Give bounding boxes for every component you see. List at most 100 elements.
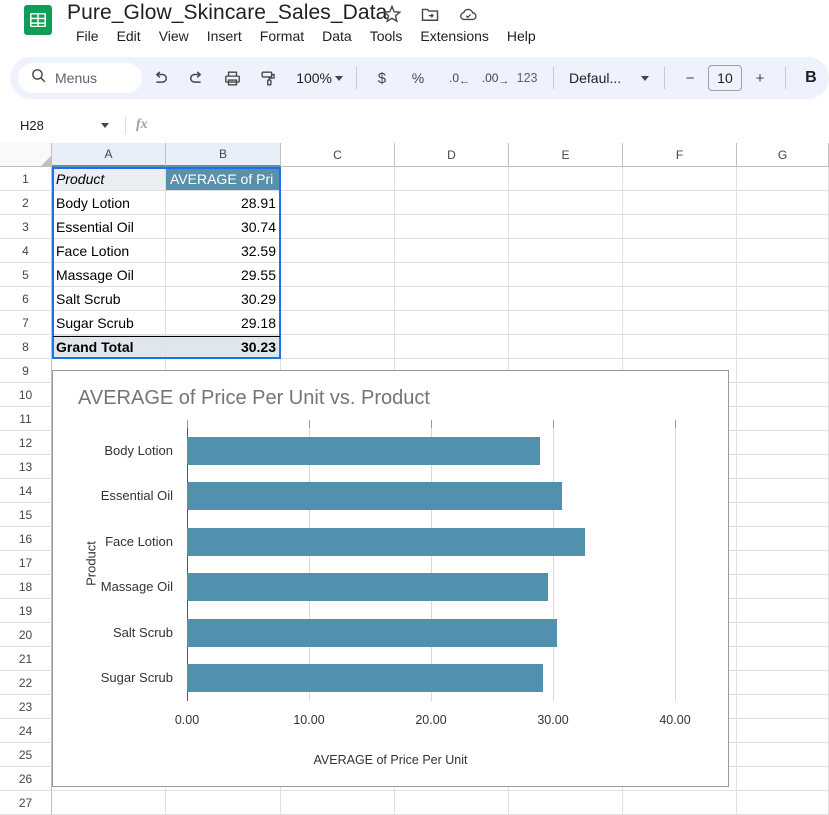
cell-B4[interactable]: 32.59 [166, 239, 281, 263]
cell-D3[interactable] [395, 215, 509, 239]
cell-G14[interactable] [737, 479, 829, 503]
menu-extensions[interactable]: Extensions [411, 25, 497, 47]
cell-F8[interactable] [623, 335, 737, 359]
cell-F1[interactable] [623, 167, 737, 191]
cell-G26[interactable] [737, 767, 829, 791]
cell-G8[interactable] [737, 335, 829, 359]
row-header-1[interactable]: 1 [0, 167, 52, 191]
chart-bar-face-lotion[interactable] [187, 527, 585, 556]
row-header-21[interactable]: 21 [0, 647, 52, 671]
redo-button[interactable] [181, 62, 211, 94]
cell-G25[interactable] [737, 743, 829, 767]
cell-A3[interactable]: Essential Oil [52, 215, 166, 239]
paint-format-button[interactable] [253, 62, 283, 94]
row-header-7[interactable]: 7 [0, 311, 52, 335]
cell-A27[interactable] [52, 791, 166, 815]
menu-format[interactable]: Format [251, 25, 313, 47]
cell-A4[interactable]: Face Lotion [52, 239, 166, 263]
row-header-4[interactable]: 4 [0, 239, 52, 263]
cell-E27[interactable] [509, 791, 623, 815]
name-box[interactable]: H28 [10, 112, 115, 138]
star-icon[interactable] [382, 4, 404, 26]
cell-E1[interactable] [509, 167, 623, 191]
column-header-d[interactable]: D [395, 143, 509, 167]
cell-D7[interactable] [395, 311, 509, 335]
cell-G16[interactable] [737, 527, 829, 551]
cell-C2[interactable] [281, 191, 395, 215]
chart-bar-essential-oil[interactable] [187, 482, 563, 511]
decrease-font-size-button[interactable]: − [675, 62, 705, 94]
cell-G5[interactable] [737, 263, 829, 287]
cell-B7[interactable]: 29.18 [166, 311, 281, 335]
cloud-saved-icon[interactable] [458, 4, 480, 26]
row-header-10[interactable]: 10 [0, 383, 52, 407]
cell-D1[interactable] [395, 167, 509, 191]
cell-F3[interactable] [623, 215, 737, 239]
decrease-decimal-button[interactable]: .0 ← [439, 62, 470, 94]
row-header-9[interactable]: 9 [0, 359, 52, 383]
menu-file[interactable]: File [67, 25, 108, 47]
menu-tools[interactable]: Tools [361, 25, 412, 47]
row-header-5[interactable]: 5 [0, 263, 52, 287]
cell-E3[interactable] [509, 215, 623, 239]
row-header-22[interactable]: 22 [0, 671, 52, 695]
increase-font-size-button[interactable]: + [745, 62, 775, 94]
cell-G24[interactable] [737, 719, 829, 743]
cell-C5[interactable] [281, 263, 395, 287]
cell-B6[interactable]: 30.29 [166, 287, 281, 311]
cell-G22[interactable] [737, 671, 829, 695]
row-header-17[interactable]: 17 [0, 551, 52, 575]
cell-A1[interactable]: Product [52, 167, 166, 191]
cell-C7[interactable] [281, 311, 395, 335]
document-title[interactable]: Pure_Glow_Skincare_Sales_Data [67, 1, 387, 25]
row-header-20[interactable]: 20 [0, 623, 52, 647]
chart-bar-sugar-scrub[interactable] [187, 664, 543, 693]
row-header-12[interactable]: 12 [0, 431, 52, 455]
row-header-11[interactable]: 11 [0, 407, 52, 431]
cell-E8[interactable] [509, 335, 623, 359]
cell-B1[interactable]: AVERAGE of Pri [166, 167, 281, 191]
column-header-a[interactable]: A [52, 143, 166, 167]
cell-C4[interactable] [281, 239, 395, 263]
chart-object[interactable]: AVERAGE of Price Per Unit vs. Product Pr… [52, 370, 729, 787]
cell-G15[interactable] [737, 503, 829, 527]
increase-decimal-button[interactable]: .00 → [475, 62, 510, 94]
cell-G17[interactable] [737, 551, 829, 575]
cell-D5[interactable] [395, 263, 509, 287]
cell-G1[interactable] [737, 167, 829, 191]
cell-A6[interactable]: Salt Scrub [52, 287, 166, 311]
cell-C1[interactable] [281, 167, 395, 191]
row-header-3[interactable]: 3 [0, 215, 52, 239]
cell-G2[interactable] [737, 191, 829, 215]
cell-A5[interactable]: Massage Oil [52, 263, 166, 287]
row-header-23[interactable]: 23 [0, 695, 52, 719]
menu-view[interactable]: View [150, 25, 198, 47]
cell-A8[interactable]: Grand Total [52, 335, 166, 359]
row-header-26[interactable]: 26 [0, 767, 52, 791]
menu-data[interactable]: Data [313, 25, 361, 47]
cell-G3[interactable] [737, 215, 829, 239]
menu-help[interactable]: Help [498, 25, 545, 47]
cell-D4[interactable] [395, 239, 509, 263]
font-family-selector[interactable]: Defaul... [561, 63, 657, 93]
cell-G21[interactable] [737, 647, 829, 671]
row-header-13[interactable]: 13 [0, 455, 52, 479]
cell-D8[interactable] [395, 335, 509, 359]
column-header-g[interactable]: G [737, 143, 829, 167]
cell-D2[interactable] [395, 191, 509, 215]
undo-button[interactable] [145, 62, 175, 94]
chart-bar-salt-scrub[interactable] [187, 618, 557, 647]
cell-D27[interactable] [395, 791, 509, 815]
cell-F27[interactable] [623, 791, 737, 815]
cell-G19[interactable] [737, 599, 829, 623]
cell-E5[interactable] [509, 263, 623, 287]
cell-F6[interactable] [623, 287, 737, 311]
cell-A7[interactable]: Sugar Scrub [52, 311, 166, 335]
row-header-24[interactable]: 24 [0, 719, 52, 743]
row-header-25[interactable]: 25 [0, 743, 52, 767]
cell-G12[interactable] [737, 431, 829, 455]
cell-B2[interactable]: 28.91 [166, 191, 281, 215]
row-header-16[interactable]: 16 [0, 527, 52, 551]
cell-F7[interactable] [623, 311, 737, 335]
font-size-input[interactable]: 10 [707, 65, 742, 91]
